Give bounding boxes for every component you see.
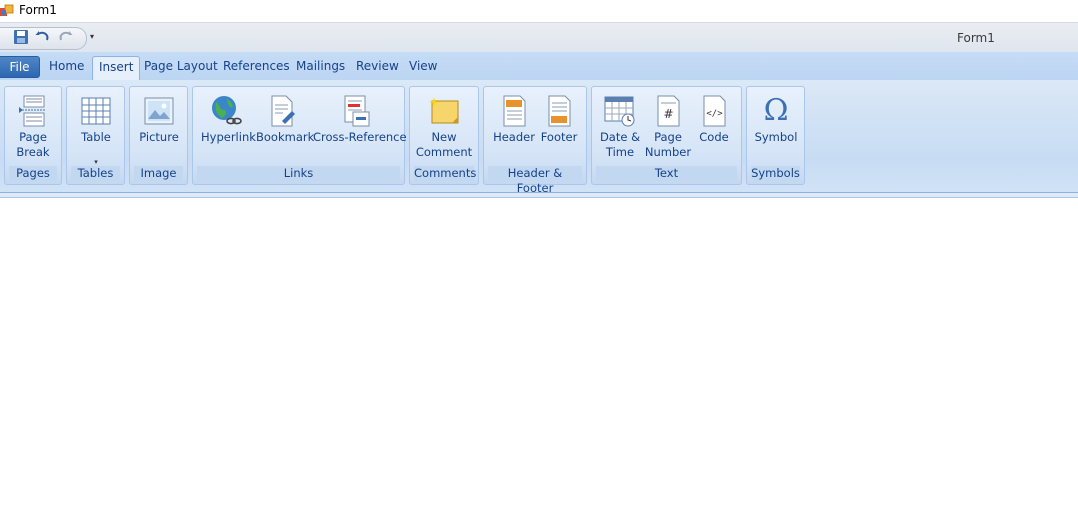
date-time-button[interactable]: Date & Time bbox=[595, 90, 645, 159]
tab-mailings[interactable]: Mailings bbox=[290, 56, 351, 78]
group-label-header-footer: Header & Footer bbox=[488, 166, 582, 195]
page-break-icon bbox=[17, 95, 49, 127]
tab-home[interactable]: Home bbox=[43, 56, 90, 78]
group-label-image: Image bbox=[134, 166, 183, 181]
bookmark-label: Bookmark bbox=[256, 130, 315, 144]
cross-reference-icon bbox=[341, 95, 373, 127]
ribbon-tab-bar: File Home Insert Page Layout References … bbox=[0, 52, 1078, 81]
picture-button[interactable]: Picture bbox=[134, 90, 184, 152]
quick-access-toolbar: ▾ Form1 bbox=[0, 22, 1078, 53]
bookmark-button[interactable]: Bookmark bbox=[256, 90, 315, 152]
code-button[interactable]: </> Code bbox=[693, 90, 735, 152]
tab-insert[interactable]: Insert bbox=[92, 56, 141, 81]
undo-icon[interactable] bbox=[35, 29, 51, 45]
tab-review[interactable]: Review bbox=[350, 56, 405, 78]
group-label-pages: Pages bbox=[9, 166, 57, 181]
tab-page-layout[interactable]: Page Layout bbox=[138, 56, 224, 78]
table-label: Table bbox=[81, 130, 111, 144]
page-number-icon: # bbox=[652, 95, 684, 127]
group-links: Hyperlink Bookmark Cross-Reference Links bbox=[192, 86, 407, 185]
footer-label: Footer bbox=[540, 130, 578, 144]
qat-customize-dropdown[interactable]: ▾ bbox=[90, 32, 94, 41]
page-number-button[interactable]: # Page Number bbox=[643, 90, 693, 159]
group-image: Picture Image bbox=[129, 86, 188, 185]
group-text: Date & Time # Page Number </> Code Text bbox=[591, 86, 742, 185]
cross-reference-label: Cross-Reference bbox=[313, 130, 407, 144]
symbol-label: Symbol bbox=[754, 130, 798, 144]
group-label-symbols: Symbols bbox=[751, 166, 800, 181]
svg-text:</>: </> bbox=[706, 109, 723, 119]
group-label-comments: Comments bbox=[414, 166, 477, 181]
hyperlink-button[interactable]: Hyperlink bbox=[201, 90, 256, 152]
group-tables: Table ▾ Tables bbox=[66, 86, 125, 185]
ribbon-panel-insert: Page Break Pages Table ▾ Tables Picture … bbox=[0, 80, 1078, 195]
page-break-label: Page Break bbox=[16, 130, 50, 159]
group-comments: New Comment Comments bbox=[409, 86, 479, 185]
page-number-label: Page Number bbox=[644, 130, 692, 159]
page-break-button[interactable]: Page Break bbox=[9, 90, 57, 159]
header-icon bbox=[498, 95, 530, 127]
hyperlink-label: Hyperlink bbox=[201, 130, 256, 144]
ribbon-bottom-border bbox=[0, 193, 1078, 198]
redo-icon[interactable] bbox=[57, 29, 73, 45]
code-icon: </> bbox=[698, 95, 730, 127]
table-dropdown-arrow[interactable]: ▾ bbox=[73, 158, 119, 166]
ribbon-window-title: Form1 bbox=[957, 31, 995, 45]
picture-label: Picture bbox=[139, 130, 179, 144]
tab-file[interactable]: File bbox=[0, 56, 40, 78]
code-label: Code bbox=[699, 130, 729, 144]
window-title-bar: Form1 bbox=[0, 0, 1078, 22]
tab-view[interactable]: View bbox=[403, 56, 443, 78]
group-symbols: Ω Symbol Symbols bbox=[746, 86, 805, 185]
group-label-links: Links bbox=[197, 166, 400, 181]
date-time-label: Date & Time bbox=[599, 130, 641, 159]
group-label-tables: Tables bbox=[71, 166, 120, 181]
cross-reference-button[interactable]: Cross-Reference bbox=[313, 90, 407, 152]
svg-text:#: # bbox=[663, 107, 673, 121]
window-title: Form1 bbox=[19, 3, 57, 17]
globe-link-icon bbox=[210, 95, 242, 127]
group-label-text: Text bbox=[596, 166, 737, 181]
comment-icon bbox=[428, 95, 460, 127]
header-label: Header bbox=[493, 130, 535, 144]
group-pages: Page Break Pages bbox=[4, 86, 62, 185]
new-comment-button[interactable]: New Comment bbox=[414, 90, 474, 159]
table-icon bbox=[80, 95, 112, 127]
symbol-button[interactable]: Ω Symbol bbox=[751, 90, 801, 152]
footer-button[interactable]: Footer bbox=[537, 90, 581, 152]
app-icon bbox=[0, 4, 14, 18]
footer-icon bbox=[543, 95, 575, 127]
date-time-icon bbox=[604, 95, 636, 127]
save-icon[interactable] bbox=[13, 29, 29, 45]
table-button[interactable]: Table ▾ bbox=[73, 90, 119, 166]
new-comment-label: New Comment bbox=[415, 130, 473, 159]
header-button[interactable]: Header bbox=[490, 90, 538, 152]
bookmark-icon bbox=[266, 95, 298, 127]
picture-icon bbox=[143, 95, 175, 127]
tab-references[interactable]: References bbox=[217, 56, 296, 78]
group-header-footer: Header Footer Header & Footer bbox=[483, 86, 587, 195]
omega-icon: Ω bbox=[763, 93, 789, 128]
